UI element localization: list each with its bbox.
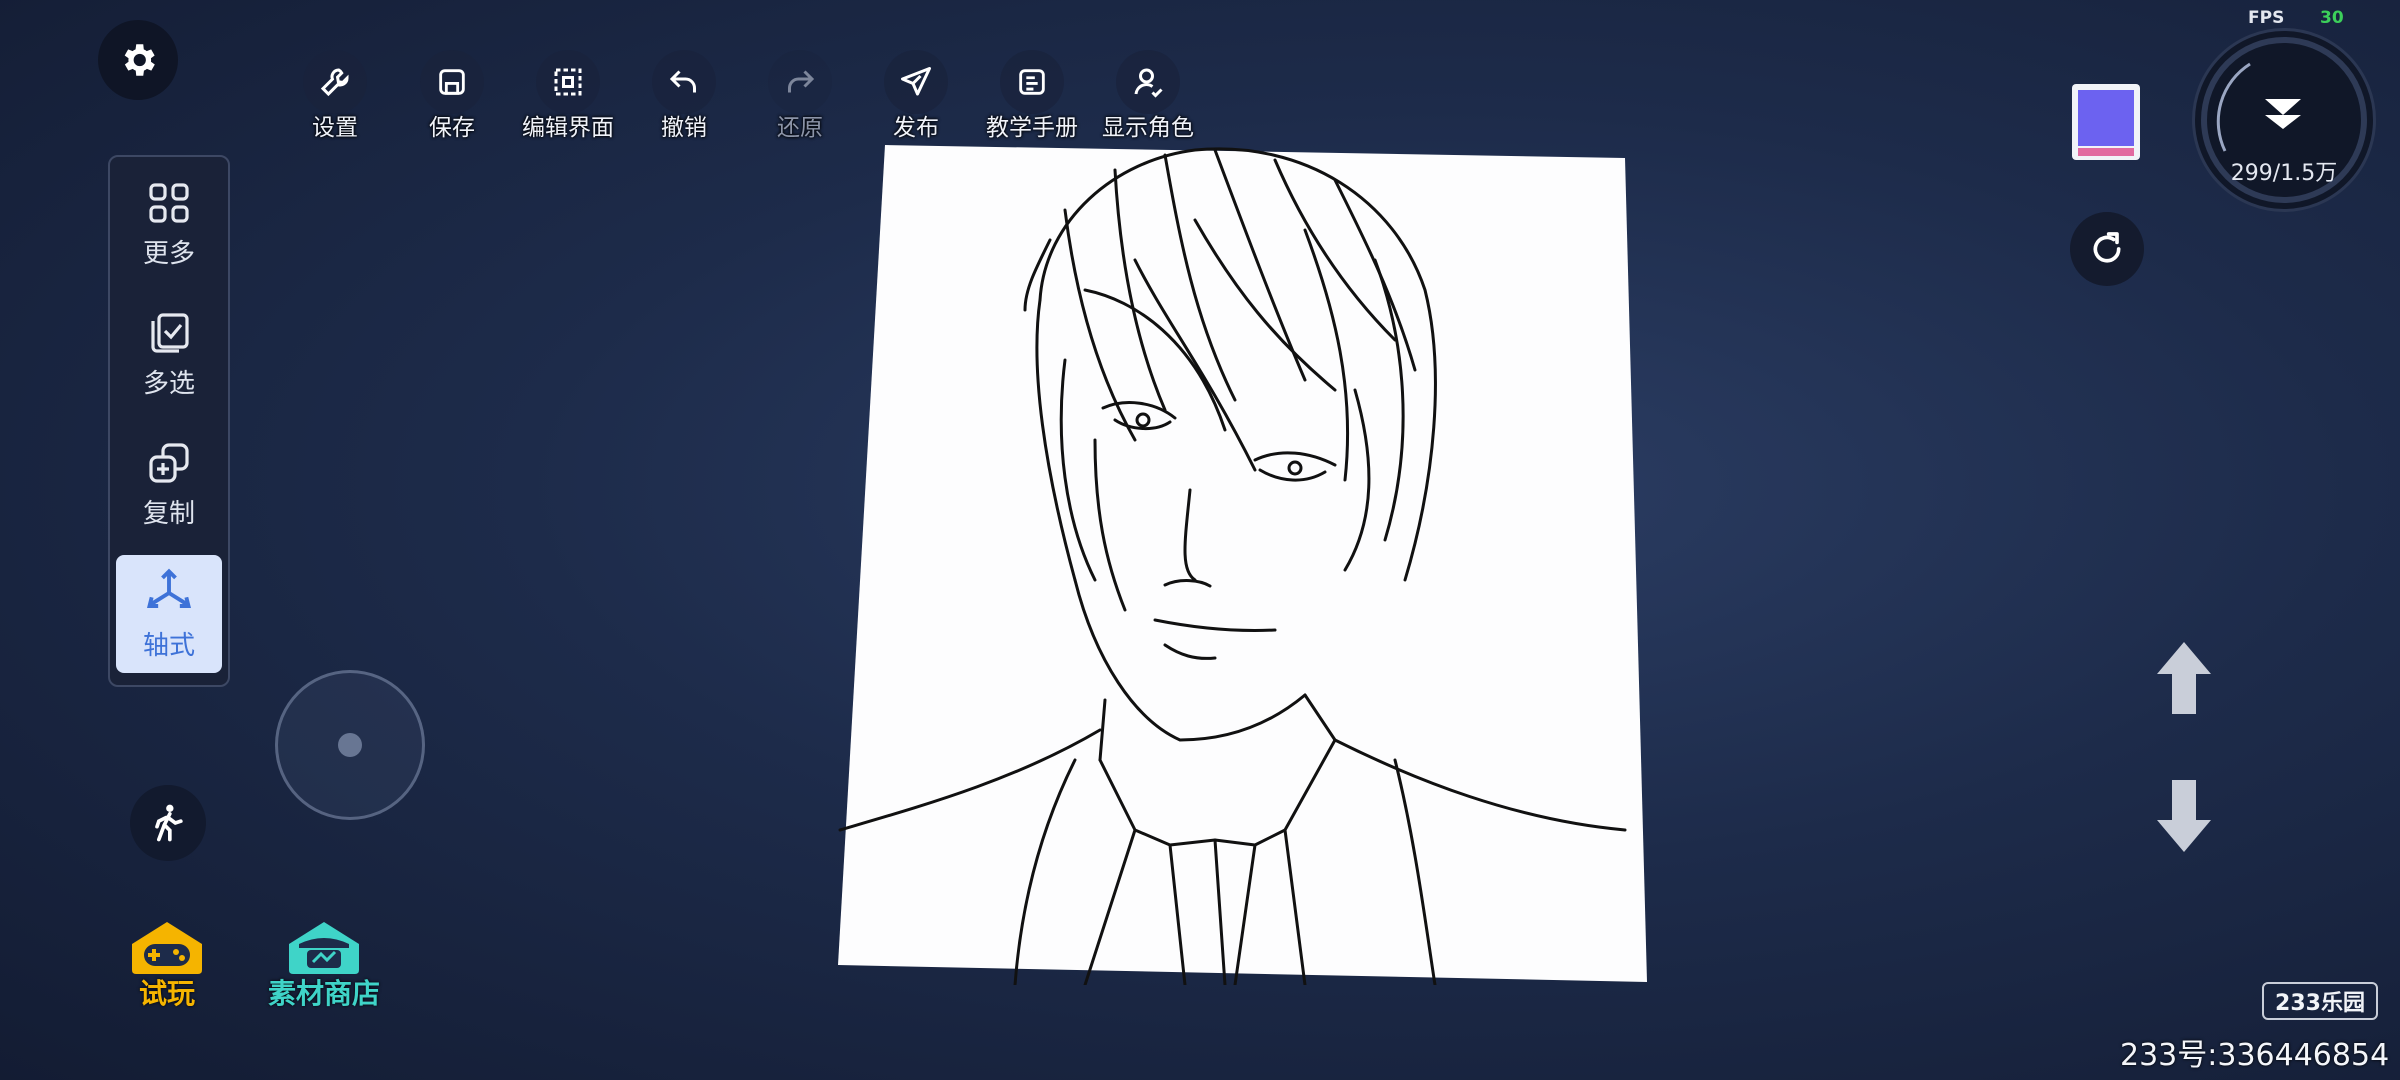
toolbar-edit-ui-button[interactable]: 编辑界面 xyxy=(508,50,628,142)
line-art-canvas[interactable] xyxy=(835,140,1650,987)
side-item-copy[interactable]: 复制 xyxy=(116,425,222,543)
multi-select-icon xyxy=(151,312,189,353)
material-shop-label: 素材商店 xyxy=(268,977,381,1010)
arrow-down-icon xyxy=(2157,780,2211,852)
side-item-label: 更多 xyxy=(142,238,195,269)
publish-icon xyxy=(884,50,948,114)
gear-icon xyxy=(124,44,155,76)
toolbar-publish-button[interactable]: 发布 xyxy=(856,50,976,142)
gamepad-house-icon xyxy=(132,922,202,974)
toolbar-redo-button[interactable]: 还原 xyxy=(740,50,860,142)
arrow-up-icon xyxy=(2157,642,2211,714)
edit-frame-icon xyxy=(536,50,600,114)
save-icon xyxy=(420,50,484,114)
side-item-label: 多选 xyxy=(142,368,195,399)
move-down-button[interactable] xyxy=(2155,778,2213,858)
toolbar-label: 设置 xyxy=(312,115,358,141)
manual-icon xyxy=(1000,50,1064,114)
material-shop-button[interactable]: 素材商店 xyxy=(268,918,380,1012)
toolbar-save-button[interactable]: 保存 xyxy=(392,50,512,142)
toolbar-show-character-button[interactable]: 显示角色 xyxy=(1088,50,1208,142)
side-item-more[interactable]: 更多 xyxy=(116,165,222,283)
reset-rotation-button[interactable] xyxy=(2070,212,2144,286)
fps-label: FPS xyxy=(2248,8,2285,28)
move-up-button[interactable] xyxy=(2155,640,2213,720)
toolbar-label: 显示角色 xyxy=(1102,115,1194,141)
copy-icon xyxy=(149,442,189,483)
toolbar-label: 还原 xyxy=(777,115,823,141)
toolbar-manual-button[interactable]: 教学手册 xyxy=(972,50,1092,142)
app-brand-badge: 233乐园 xyxy=(2262,982,2378,1020)
walk-mode-button[interactable] xyxy=(130,785,206,861)
user-id-watermark: 233号:336446854 xyxy=(2120,1038,2390,1073)
trial-play-label: 试玩 xyxy=(138,977,195,1010)
collapse-arrow-icon xyxy=(2265,99,2301,129)
color-swatch-icon xyxy=(2072,84,2140,160)
toolbar-label: 撤销 xyxy=(661,115,707,141)
toolbar-label: 保存 xyxy=(429,115,475,141)
trial-play-button[interactable]: 试玩 xyxy=(126,918,208,1012)
toolbar-settings-button[interactable]: 设置 xyxy=(275,50,395,142)
movement-joystick[interactable] xyxy=(275,670,425,820)
block-counter-dial[interactable]: 299/1.5万 xyxy=(2192,28,2376,212)
shop-house-icon xyxy=(289,922,359,974)
toolbar-label: 教学手册 xyxy=(986,115,1078,141)
undo-icon xyxy=(652,50,716,114)
toolbar-label: 编辑界面 xyxy=(522,115,614,141)
side-tool-panel: 更多 多选 复制 轴式 xyxy=(108,155,230,687)
toolbar-undo-button[interactable]: 撤销 xyxy=(624,50,744,142)
block-count-text: 299/1.5万 xyxy=(2230,161,2338,186)
walking-person-icon xyxy=(155,804,183,842)
character-sketch xyxy=(838,145,1647,987)
toolbar-label: 发布 xyxy=(893,115,939,141)
selected-color-swatch[interactable] xyxy=(2072,84,2140,160)
grid-icon xyxy=(149,182,189,223)
refresh-icon xyxy=(2093,232,2121,263)
joystick-thumb[interactable] xyxy=(338,733,362,757)
side-item-axis-mode[interactable]: 轴式 xyxy=(116,555,222,673)
side-item-multi-select[interactable]: 多选 xyxy=(116,295,222,413)
wrench-icon xyxy=(303,50,367,114)
redo-icon xyxy=(768,50,832,114)
fps-value: 30 xyxy=(2320,8,2344,28)
axis-icon xyxy=(147,568,191,608)
settings-gear-button[interactable] xyxy=(98,20,178,100)
character-icon xyxy=(1116,50,1180,114)
side-item-label: 复制 xyxy=(142,498,195,529)
side-item-label: 轴式 xyxy=(142,630,195,661)
